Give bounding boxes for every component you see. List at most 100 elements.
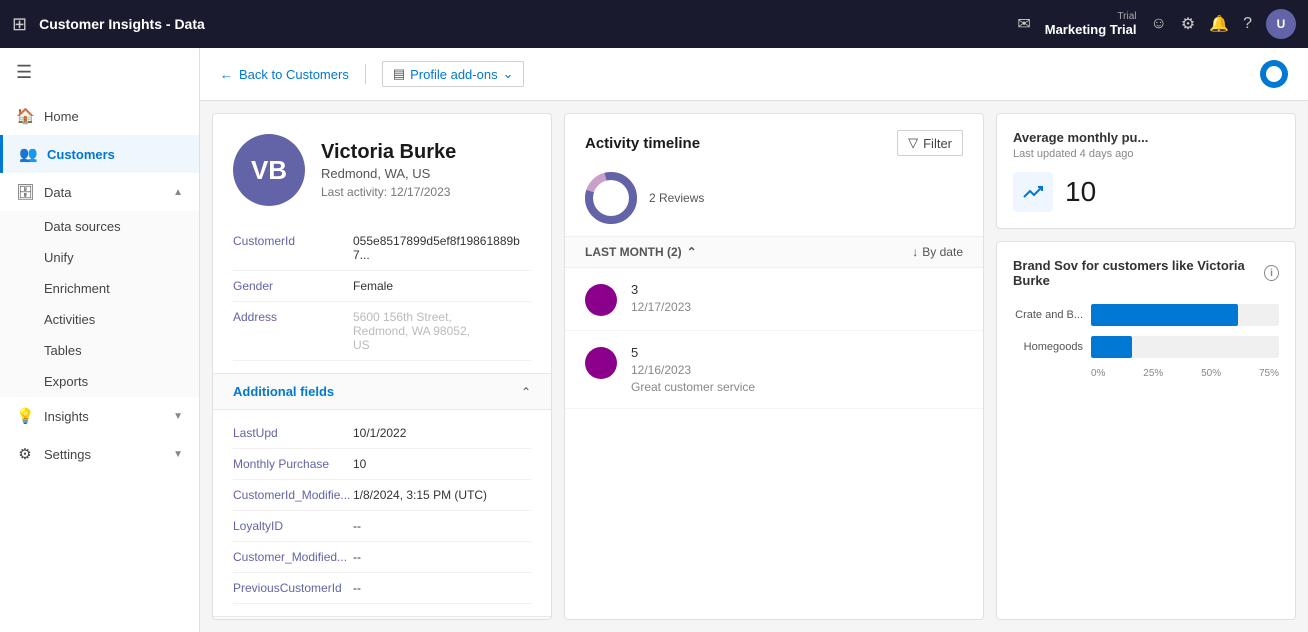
- field-row-customer-modified: Customer_Modified... --: [233, 542, 531, 573]
- chart-row-crate: Crate and B...: [1013, 304, 1279, 326]
- field-label-loyaltyid: LoyaltyID: [233, 519, 353, 533]
- sidebar-item-tables[interactable]: Tables: [0, 335, 199, 366]
- ci-logo: [1260, 60, 1288, 88]
- profile-addons-icon: ▤: [393, 66, 405, 82]
- profile-header: VB Victoria Burke Redmond, WA, US Last a…: [213, 114, 551, 218]
- activity-entry-2: 5 12/16/2023 Great customer service: [565, 331, 983, 409]
- trial-info: Trial Marketing Trial: [1045, 11, 1137, 37]
- ci-logo-circle: [1260, 60, 1288, 88]
- filter-button[interactable]: ▽ Filter: [897, 130, 963, 156]
- field-label-customerid-modified: CustomerId_Modifie...: [233, 488, 353, 502]
- activity-rating-1: 3: [631, 282, 691, 297]
- insights-chevron-icon: ▼: [173, 411, 183, 422]
- field-row-address: Address 5600 156th Street,Redmond, WA 98…: [233, 302, 531, 361]
- activity-summary: 2 Reviews: [565, 164, 983, 236]
- field-value-loyaltyid: --: [353, 519, 361, 533]
- content-area: VB Victoria Burke Redmond, WA, US Last a…: [200, 101, 1308, 632]
- sidebar-item-customers[interactable]: 👥 Customers: [0, 135, 199, 173]
- month-chevron-icon[interactable]: ⌃: [687, 245, 697, 259]
- field-row-monthly-purchase: Monthly Purchase 10: [233, 449, 531, 480]
- sidebar-item-settings[interactable]: ⚙ Settings ▼: [0, 435, 199, 473]
- field-row-loyaltyid: LoyaltyID --: [233, 511, 531, 542]
- customer-profile-panel: VB Victoria Burke Redmond, WA, US Last a…: [212, 113, 552, 620]
- sidebar-item-enrichment[interactable]: Enrichment: [0, 273, 199, 304]
- right-panel: Average monthly pu... Last updated 4 day…: [996, 113, 1296, 620]
- activity-header: Activity timeline ▽ Filter: [565, 114, 983, 164]
- filter-icon: ▽: [908, 135, 918, 151]
- ids-section-header[interactable]: Ids ⌃: [213, 616, 551, 620]
- field-row-customerid-modified: CustomerId_Modifie... 1/8/2024, 3:15 PM …: [233, 480, 531, 511]
- gear-icon[interactable]: ⚙: [1181, 14, 1195, 34]
- chart-bar-crate: [1091, 304, 1238, 326]
- reviews-label: 2 Reviews: [649, 191, 704, 205]
- profile-addons-button[interactable]: ▤ Profile add-ons ⌄: [382, 61, 525, 87]
- chart-bar-homegoods: [1091, 336, 1132, 358]
- field-row-lastupd: LastUpd 10/1/2022: [233, 418, 531, 449]
- activity-dot-1: [585, 284, 617, 316]
- kpi-value-row: 10: [1013, 172, 1279, 212]
- sidebar-item-exports[interactable]: Exports: [0, 366, 199, 397]
- sort-icon: ↓: [912, 245, 918, 259]
- settings-icon: ⚙: [16, 445, 34, 463]
- sidebar-item-data[interactable]: 🗄 Data ▲: [0, 173, 199, 211]
- help-icon[interactable]: ✉: [1017, 14, 1030, 34]
- activity-rating-2: 5: [631, 345, 755, 360]
- brand-sov-title: Brand Sov for customers like Victoria Bu…: [1013, 258, 1279, 288]
- top-nav-right: ✉ Trial Marketing Trial ☺ ⚙ 🔔 ? U: [1017, 9, 1296, 39]
- user-avatar[interactable]: U: [1266, 9, 1296, 39]
- profile-fields: CustomerId 055e8517899d5ef8f19861889b7..…: [213, 218, 551, 369]
- additional-fields-header[interactable]: Additional fields ⌃: [213, 373, 551, 410]
- back-to-customers-button[interactable]: ← Back to Customers: [220, 67, 349, 82]
- activity-info-2: 5 12/16/2023 Great customer service: [631, 345, 755, 394]
- field-label-customerid: CustomerId: [233, 234, 353, 248]
- grid-icon[interactable]: ⊞: [12, 14, 27, 35]
- customers-icon: 👥: [19, 145, 37, 163]
- field-label-gender: Gender: [233, 279, 353, 293]
- kpi-updated: Last updated 4 days ago: [1013, 148, 1279, 160]
- kpi-trend-icon: [1013, 172, 1053, 212]
- brand-sov-card: Brand Sov for customers like Victoria Bu…: [996, 241, 1296, 620]
- sidebar: ☰ 🏠 Home 👥 Customers 🗄 Data ▲ Data sourc…: [0, 48, 200, 632]
- activity-date-1: 12/17/2023: [631, 300, 691, 314]
- sort-button[interactable]: ↓ By date: [912, 245, 963, 259]
- profile-addons-chevron-icon: ⌄: [503, 66, 514, 82]
- main-layout: ☰ 🏠 Home 👥 Customers 🗄 Data ▲ Data sourc…: [0, 48, 1308, 632]
- axis-75: 75%: [1259, 368, 1279, 379]
- chart-label-crate: Crate and B...: [1013, 309, 1083, 321]
- sidebar-item-unify[interactable]: Unify: [0, 242, 199, 273]
- sidebar-item-activities[interactable]: Activities: [0, 304, 199, 335]
- hamburger-button[interactable]: ☰: [0, 48, 199, 97]
- insights-icon: 💡: [16, 407, 34, 425]
- field-value-monthly-purchase: 10: [353, 457, 366, 471]
- field-label-lastupd: LastUpd: [233, 426, 353, 440]
- axis-25: 25%: [1143, 368, 1163, 379]
- top-navigation: ⊞ Customer Insights - Data ✉ Trial Marke…: [0, 0, 1308, 48]
- field-row-gender: Gender Female: [233, 271, 531, 302]
- customer-last-activity: Last activity: 12/17/2023: [321, 185, 456, 199]
- field-value-customerid-modified: 1/8/2024, 3:15 PM (UTC): [353, 488, 487, 502]
- axis-0: 0%: [1091, 368, 1105, 379]
- activity-note-2: Great customer service: [631, 380, 755, 394]
- kpi-title: Average monthly pu...: [1013, 130, 1279, 145]
- kpi-number: 10: [1065, 176, 1096, 208]
- field-row-previous-customerid: PreviousCustomerId --: [233, 573, 531, 604]
- bell-icon[interactable]: 🔔: [1209, 14, 1229, 34]
- kpi-card: Average monthly pu... Last updated 4 day…: [996, 113, 1296, 229]
- sidebar-item-insights[interactable]: 💡 Insights ▼: [0, 397, 199, 435]
- smiley-icon[interactable]: ☺: [1150, 15, 1166, 33]
- sidebar-item-home[interactable]: 🏠 Home: [0, 97, 199, 135]
- sidebar-item-data-sources[interactable]: Data sources: [0, 211, 199, 242]
- additional-fields-title: Additional fields: [233, 384, 334, 399]
- brand-sov-info-icon[interactable]: i: [1264, 265, 1279, 281]
- profile-info: Victoria Burke Redmond, WA, US Last acti…: [321, 141, 456, 199]
- sidebar-sub-data: Data sources Unify Enrichment Activities…: [0, 211, 199, 397]
- question-icon[interactable]: ?: [1243, 15, 1252, 33]
- chart-label-homegoods: Homegoods: [1013, 341, 1083, 353]
- chart-bar-bg-crate: [1091, 304, 1279, 326]
- field-value-customerid: 055e8517899d5ef8f19861889b7...: [353, 234, 531, 262]
- ci-logo-inner: [1266, 66, 1282, 82]
- header-divider: [365, 64, 366, 84]
- field-label-monthly-purchase: Monthly Purchase: [233, 457, 353, 471]
- main-panel: ← Back to Customers ▤ Profile add-ons ⌄ …: [200, 48, 1308, 632]
- app-title: Customer Insights - Data: [39, 16, 1005, 32]
